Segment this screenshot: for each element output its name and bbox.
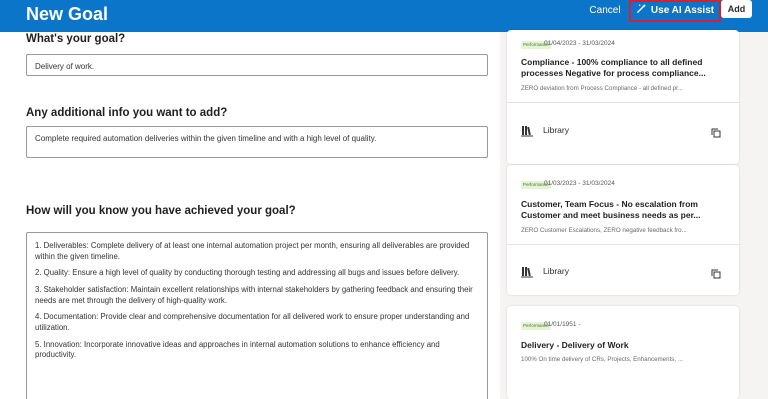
goal-label: What's your goal? xyxy=(26,33,126,45)
suggestion-description: 100% On time delivery of CRs, Projects, … xyxy=(521,356,683,363)
date-range: 01/04/2023 - 31/03/2024 xyxy=(544,40,615,47)
suggestion-card[interactable]: Performance 01/04/2023 - 31/03/2024 Comp… xyxy=(507,30,739,164)
success-measure-label: How will you know you have achieved your… xyxy=(26,205,296,217)
cancel-button[interactable]: Cancel xyxy=(586,2,624,20)
additional-info-input[interactable]: Complete required automation deliveries … xyxy=(26,126,488,158)
divider xyxy=(507,244,739,245)
additional-info-label: Any additional info you want to add? xyxy=(26,107,228,119)
measure-line: 5. Innovation: Incorporate innovative id… xyxy=(35,339,440,360)
date-range: 01/01/1951 - xyxy=(544,321,581,328)
library-icon xyxy=(521,265,533,278)
divider xyxy=(507,102,739,103)
measure-line: 1. Deliverables: Complete delivery of at… xyxy=(35,241,470,261)
measure-line: 2. Quality: Ensure a high level of quali… xyxy=(35,268,460,278)
magic-wand-icon xyxy=(636,3,647,19)
suggestion-title: Customer, Team Focus - No escalation fro… xyxy=(521,199,701,220)
suggestion-description: ZERO Customer Escalations, ZERO negative… xyxy=(521,227,687,234)
page-title: New Goal xyxy=(26,4,109,24)
suggestion-title: Delivery - Delivery of Work xyxy=(521,340,629,350)
measure-line: 4. Documentation: Provide clear and comp… xyxy=(35,312,470,332)
copy-icon[interactable] xyxy=(711,125,721,138)
use-ai-assist-button[interactable]: Use AI Assist xyxy=(634,3,716,19)
library-icon xyxy=(521,124,533,137)
goal-input[interactable]: Delivery of work. xyxy=(26,54,488,76)
ai-assist-highlight: Use AI Assist xyxy=(629,0,721,22)
library-label: Library xyxy=(543,125,569,135)
add-button[interactable]: Add xyxy=(721,0,752,18)
measure-line: 3. Stakeholder satisfaction: Maintain ex… xyxy=(35,285,473,305)
suggestion-description: ZERO deviation from Process Compliance -… xyxy=(521,85,683,92)
suggestion-title: Compliance - 100% compliance to all defi… xyxy=(521,57,706,78)
use-ai-assist-label: Use AI Assist xyxy=(650,5,715,16)
header-bar: New Goal Cancel Use AI Assist Add xyxy=(0,0,768,32)
date-range: 01/03/2023 - 31/03/2024 xyxy=(544,180,615,187)
suggestion-card[interactable]: Performance 01/01/1951 - Delivery - Deli… xyxy=(507,306,739,399)
library-label: Library xyxy=(543,266,569,276)
success-measure-textarea[interactable]: 1. Deliverables: Complete delivery of at… xyxy=(26,232,488,399)
suggestion-card[interactable]: Performance 01/03/2023 - 31/03/2024 Cust… xyxy=(507,165,739,295)
copy-icon[interactable] xyxy=(711,266,721,279)
